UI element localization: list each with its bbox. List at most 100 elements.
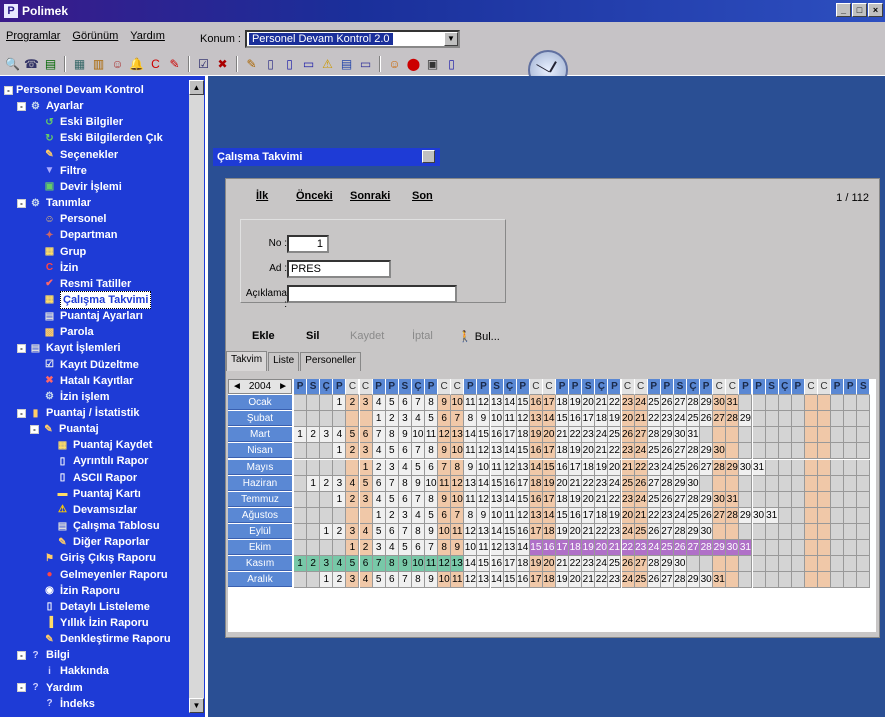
calendar-day[interactable]: 12: [516, 411, 530, 428]
calendar-day[interactable]: 10: [411, 556, 425, 573]
calendar-day[interactable]: 11: [490, 459, 504, 476]
calendar-day[interactable]: 20: [569, 572, 583, 589]
calendar-day[interactable]: 4: [346, 475, 360, 492]
calendar-day[interactable]: 2: [333, 572, 347, 589]
calendar-day[interactable]: 18: [582, 459, 596, 476]
calendar-day[interactable]: 9: [425, 523, 439, 540]
calendar-day[interactable]: 2: [307, 427, 321, 444]
calendar-day[interactable]: 11: [503, 507, 517, 524]
people-icon[interactable]: ☺: [109, 56, 126, 73]
calendar-day[interactable]: 4: [359, 523, 373, 540]
phone-icon[interactable]: ☎: [23, 56, 40, 73]
sidebar-item[interactable]: - ✎ Puantaj: [30, 421, 99, 437]
calendar-day[interactable]: 15: [542, 459, 556, 476]
calendar-day[interactable]: 15: [556, 507, 570, 524]
calendar-day[interactable]: 2: [346, 491, 360, 508]
calendar-day[interactable]: 17: [569, 459, 583, 476]
calendar-day[interactable]: 22: [569, 556, 583, 573]
calendar-day[interactable]: 11: [503, 411, 517, 428]
calendar-day[interactable]: 10: [451, 443, 465, 460]
calendar-day[interactable]: 30: [713, 443, 727, 460]
calendar-day[interactable]: 28: [713, 459, 727, 476]
calendar-day[interactable]: 3: [333, 475, 347, 492]
delete-button[interactable]: Sil: [306, 330, 319, 342]
calendar-day[interactable]: 20: [582, 395, 596, 412]
calendar-day[interactable]: 23: [582, 556, 596, 573]
calendar-day[interactable]: 16: [556, 459, 570, 476]
calendar-day[interactable]: 30: [700, 572, 714, 589]
sidebar-item[interactable]: ▣ Devir İşlemi: [43, 179, 122, 195]
calendar-day[interactable]: 13: [516, 459, 530, 476]
sidebar-item[interactable]: ▤ Puantaj Ayarları: [43, 308, 143, 324]
calendar-day[interactable]: 3: [359, 443, 373, 460]
calendar-day[interactable]: 4: [385, 540, 399, 557]
calendar-day[interactable]: 11: [464, 491, 478, 508]
month-label[interactable]: Ağustos: [228, 507, 292, 523]
calendar-day[interactable]: 12: [438, 556, 452, 573]
calendar-day[interactable]: 20: [582, 491, 596, 508]
calendar-day[interactable]: 25: [621, 475, 635, 492]
calendar-day[interactable]: 26: [700, 507, 714, 524]
calendar-day[interactable]: 16: [569, 411, 583, 428]
calendar-day[interactable]: 27: [713, 411, 727, 428]
calendar-day[interactable]: 4: [333, 556, 347, 573]
calendar-day[interactable]: 30: [739, 459, 753, 476]
calendar-day[interactable]: 24: [621, 572, 635, 589]
calendar-day[interactable]: 4: [372, 443, 386, 460]
calendar-day[interactable]: 18: [556, 443, 570, 460]
calendar-day[interactable]: 8: [425, 491, 439, 508]
calendar-day[interactable]: 12: [451, 475, 465, 492]
calendar-day[interactable]: 8: [425, 395, 439, 412]
calendar-day[interactable]: 26: [687, 459, 701, 476]
calendar-day[interactable]: 19: [595, 459, 609, 476]
calendar-day[interactable]: 28: [673, 572, 687, 589]
calendar-day[interactable]: 7: [425, 540, 439, 557]
calendar-day[interactable]: 12: [464, 572, 478, 589]
calendar-day[interactable]: 5: [398, 540, 412, 557]
grid-icon[interactable]: ▦: [71, 56, 88, 73]
calendar-day[interactable]: 3: [398, 411, 412, 428]
calendar-day[interactable]: 20: [556, 475, 570, 492]
calendar-day[interactable]: 6: [398, 395, 412, 412]
calendar-day[interactable]: 26: [647, 572, 661, 589]
calendar-day[interactable]: 22: [647, 507, 661, 524]
calendar-day[interactable]: 21: [582, 523, 596, 540]
calendar-day[interactable]: 5: [385, 395, 399, 412]
calendar-day[interactable]: 19: [556, 523, 570, 540]
calendar-day[interactable]: 13: [477, 572, 491, 589]
calendar-day[interactable]: 8: [385, 427, 399, 444]
sidebar-item[interactable]: - ⚙ Ayarlar: [17, 98, 84, 114]
calendar-day[interactable]: 11: [451, 572, 465, 589]
calendar-day[interactable]: 28: [726, 411, 740, 428]
calendar-day[interactable]: 25: [687, 507, 701, 524]
calendar-day[interactable]: 23: [621, 491, 635, 508]
calendar-day[interactable]: 30: [687, 475, 701, 492]
calendar-day[interactable]: 15: [477, 556, 491, 573]
calendar-day[interactable]: 30: [713, 395, 727, 412]
calendar-day[interactable]: 13: [464, 475, 478, 492]
sidebar-item[interactable]: ▩ Parola: [43, 324, 94, 340]
calendar-day[interactable]: 9: [411, 475, 425, 492]
calendar-day[interactable]: 15: [477, 427, 491, 444]
calendar-day[interactable]: 11: [438, 475, 452, 492]
sidebar-item[interactable]: ▤ Çalışma Tablosu: [56, 518, 160, 534]
monitor-icon[interactable]: ▭: [357, 56, 374, 73]
file-icon[interactable]: ▯: [443, 56, 460, 73]
calendar-day[interactable]: 1: [294, 556, 308, 573]
calendar-day[interactable]: 5: [359, 475, 373, 492]
calendar-day[interactable]: 5: [425, 507, 439, 524]
calendar-day[interactable]: 26: [660, 395, 674, 412]
calendar-day[interactable]: 26: [634, 475, 648, 492]
nav-next-button[interactable]: Sonraki: [350, 190, 390, 202]
calendar-day[interactable]: 28: [647, 427, 661, 444]
calendar-day[interactable]: 22: [608, 443, 622, 460]
add-button[interactable]: Ekle: [252, 330, 275, 342]
tab-personeller[interactable]: Personeller: [300, 352, 361, 371]
calendar-day[interactable]: 6: [411, 540, 425, 557]
calendar-day[interactable]: 6: [438, 411, 452, 428]
calendar-day[interactable]: 22: [608, 491, 622, 508]
sidebar-item[interactable]: - Personel Devam Kontrol: [4, 82, 144, 98]
c-icon[interactable]: C: [147, 56, 164, 73]
calendar-day[interactable]: 12: [503, 459, 517, 476]
calendar-day[interactable]: 20: [542, 556, 556, 573]
